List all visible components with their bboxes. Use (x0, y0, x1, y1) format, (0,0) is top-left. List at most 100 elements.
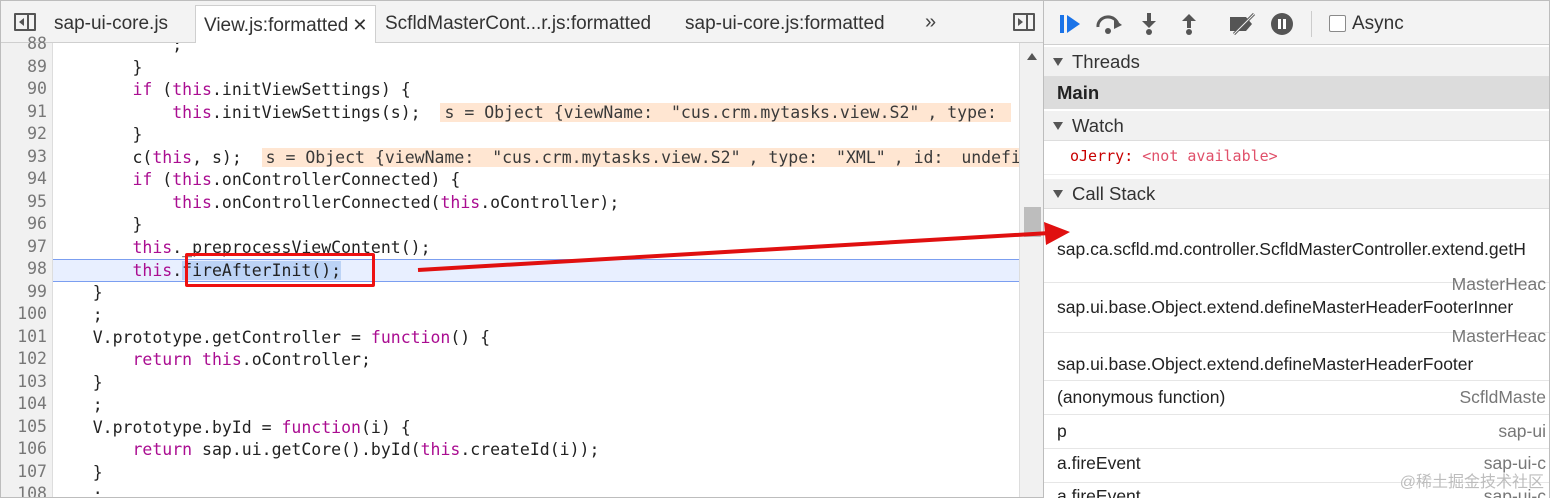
close-tab-icon[interactable]: ✕ (352, 15, 367, 35)
line-number[interactable]: 103 (1, 372, 47, 391)
step-out-icon[interactable] (1178, 13, 1200, 35)
line-number[interactable]: 91 (1, 102, 47, 121)
line-number[interactable]: 90 (1, 79, 47, 98)
code-token: } (53, 215, 143, 234)
more-tabs-icon[interactable]: » (925, 11, 936, 34)
code-token: "cus.crm.mytasks.view.S2" (488, 147, 745, 167)
toggle-debugger-icon[interactable] (1013, 13, 1035, 31)
line-number[interactable]: 105 (1, 417, 47, 436)
thread-main-label: Main (1057, 82, 1100, 103)
scroll-up-icon[interactable] (1027, 53, 1037, 60)
watch-section-header[interactable]: Watch (1044, 111, 1549, 141)
watermark-text: @稀土掘金技术社区 (1399, 474, 1544, 491)
line-number[interactable]: 96 (1, 214, 47, 233)
line-number[interactable]: 108 (1, 484, 47, 497)
watch-expression[interactable]: oJerry: <not available> (1044, 141, 1549, 175)
code-line[interactable]: ; (53, 304, 1019, 327)
call-frame-location[interactable]: MasterHeac (1452, 274, 1546, 295)
call-stack-frame[interactable]: p sap-ui (1044, 415, 1549, 449)
code-token: "cus.crm.mytasks.view.S2" (667, 102, 924, 122)
call-frame-function: sap.ca.scfld.md.controller.ScfldMasterCo… (1057, 239, 1526, 259)
line-number[interactable]: 107 (1, 462, 47, 481)
call-frame-location[interactable]: sap-ui (1498, 421, 1546, 442)
code-token: return (132, 350, 193, 369)
code-line[interactable]: } (53, 124, 1019, 147)
editor-scrollbar[interactable] (1019, 43, 1043, 497)
code-token: this (172, 80, 212, 99)
code-line[interactable]: ; (53, 394, 1019, 417)
thread-main-item[interactable]: Main (1044, 77, 1549, 109)
call-stack-frame[interactable]: sap.ui.base.Object.extend.defineMasterHe… (1044, 326, 1549, 381)
resume-icon[interactable] (1058, 13, 1086, 35)
code-line[interactable]: return sap.ui.getCore().byId(this.create… (53, 439, 1019, 462)
code-line[interactable]: this.onControllerConnected(this.oControl… (53, 192, 1019, 215)
source-editor-pane: sap-ui-core.js View.js:formatted ✕ ScfldM… (0, 0, 1044, 498)
line-number[interactable]: 101 (1, 327, 47, 346)
call-frame-function: (anonymous function) (1057, 387, 1226, 407)
line-number[interactable]: 98 (1, 259, 47, 278)
expand-triangle-icon (1053, 190, 1063, 198)
scroll-thumb[interactable] (1024, 207, 1041, 237)
line-number[interactable]: 94 (1, 169, 47, 188)
code-token: "XML" (832, 147, 890, 167)
code-line[interactable]: V.prototype.byId = function(i) { (53, 417, 1019, 440)
call-stack-section-header[interactable]: Call Stack (1044, 179, 1549, 209)
code-token: this (172, 102, 212, 122)
line-number[interactable]: 93 (1, 147, 47, 166)
pause-on-exceptions-icon[interactable] (1270, 13, 1296, 35)
step-over-icon[interactable] (1094, 13, 1124, 35)
code-line[interactable]: } (53, 372, 1019, 395)
code-line[interactable]: this.initViewSettings(s); s = Object {vi… (53, 102, 1019, 125)
code-line[interactable]: if (this.onControllerConnected) { (53, 169, 1019, 192)
code-line[interactable]: } (53, 57, 1019, 80)
code-line[interactable]: } (53, 462, 1019, 485)
code-token: function (281, 417, 361, 437)
code-line[interactable]: return this.oController; (53, 349, 1019, 372)
deactivate-breakpoints-icon[interactable] (1228, 12, 1258, 36)
code-token: s = Object {viewName: (261, 147, 489, 167)
call-stack-frame[interactable]: (anonymous function) ScfldMaste (1044, 381, 1549, 415)
code-token: function (370, 327, 451, 347)
code-token: this (132, 261, 173, 280)
line-number[interactable]: 102 (1, 349, 47, 368)
code-line[interactable]: ; (53, 43, 1019, 57)
code-token: if (132, 80, 153, 99)
line-number[interactable]: 95 (1, 192, 47, 211)
code-token: } (53, 372, 103, 392)
code-line[interactable]: if (this.initViewSettings) { (53, 79, 1019, 102)
tab-scfld-master-controller[interactable]: ScfldMasterCont...r.js:formatted (385, 5, 651, 43)
code-token: , id: (889, 147, 958, 167)
line-number[interactable]: 88 (1, 34, 47, 53)
line-number[interactable]: 92 (1, 124, 47, 143)
tab-sap-ui-core[interactable]: sap-ui-core.js (54, 5, 168, 43)
debugger-sidebar: Async Threads Main Watch oJerry: <not av… (1044, 0, 1550, 498)
code-token: s = Object {viewName: (440, 102, 667, 122)
call-frame-location[interactable]: ScfldMaste (1459, 387, 1546, 408)
tab-view-js-formatted[interactable]: View.js:formatted ✕ (195, 5, 377, 43)
tab-sap-ui-core-formatted[interactable]: sap-ui-core.js:formatted (685, 5, 885, 43)
line-number[interactable]: 100 (1, 304, 47, 323)
line-number[interactable]: 97 (1, 237, 47, 256)
code-line[interactable]: c(this, s); s = Object {viewName: "cus.c… (53, 147, 1019, 170)
step-into-icon[interactable] (1138, 13, 1160, 35)
line-number[interactable]: 106 (1, 439, 47, 458)
line-number[interactable]: 99 (1, 282, 47, 301)
call-stack-frame[interactable]: sap.ca.scfld.md.controller.ScfldMasterCo… (1044, 209, 1549, 283)
code-line[interactable]: } (53, 214, 1019, 237)
threads-section-header[interactable]: Threads (1044, 47, 1549, 77)
toggle-navigator-icon[interactable] (14, 13, 36, 31)
call-frame-location[interactable]: MasterHeac (1452, 326, 1546, 347)
code-line[interactable]: V.prototype.getController = function() { (53, 327, 1019, 350)
editor-tab-bar: sap-ui-core.js View.js:formatted ✕ ScfldM… (1, 1, 1043, 43)
expand-triangle-icon (1053, 58, 1063, 66)
expand-triangle-icon (1053, 122, 1063, 130)
code-line[interactable]: ; (53, 484, 1019, 497)
line-number[interactable]: 89 (1, 57, 47, 76)
async-label[interactable]: Async (1352, 13, 1404, 35)
line-number[interactable]: 104 (1, 394, 47, 413)
code-token: .onControllerConnected( (211, 192, 441, 212)
async-checkbox[interactable] (1329, 15, 1346, 32)
line-number-gutter[interactable]: 88 89 90 91 92 93 94 95 96 97 98 99 100 101 102 103 104 1… (1, 34, 53, 497)
